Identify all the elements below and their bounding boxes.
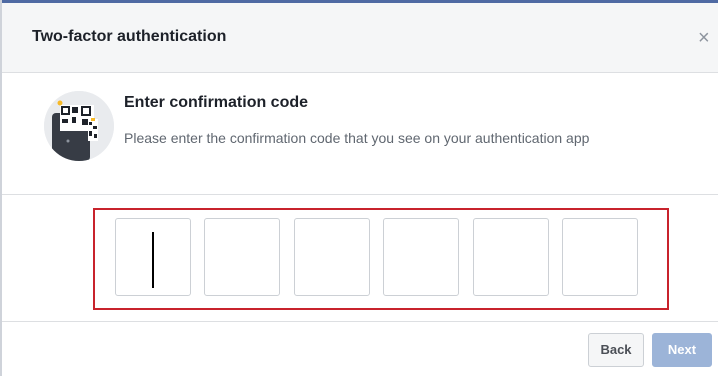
back-button[interactable]: Back: [588, 333, 644, 367]
code-digit-input-5[interactable]: [473, 218, 549, 296]
step-description: Please enter the confirmation code that …: [124, 130, 590, 146]
code-digit-input-4[interactable]: [383, 218, 459, 296]
close-icon[interactable]: ×: [698, 26, 718, 50]
footer-divider: [2, 321, 718, 322]
next-button[interactable]: Next: [652, 333, 712, 367]
qr-code-phone-icon: [44, 91, 114, 161]
code-digit-input-6[interactable]: [562, 218, 638, 296]
dialog-title: Two-factor authentication: [32, 28, 227, 45]
text-cursor: [152, 232, 154, 288]
step-title: Enter confirmation code: [124, 94, 309, 111]
code-digit-input-2[interactable]: [204, 218, 280, 296]
qr-code-phone-icon-graphic: [44, 91, 114, 161]
code-digit-input-3[interactable]: [294, 218, 370, 296]
